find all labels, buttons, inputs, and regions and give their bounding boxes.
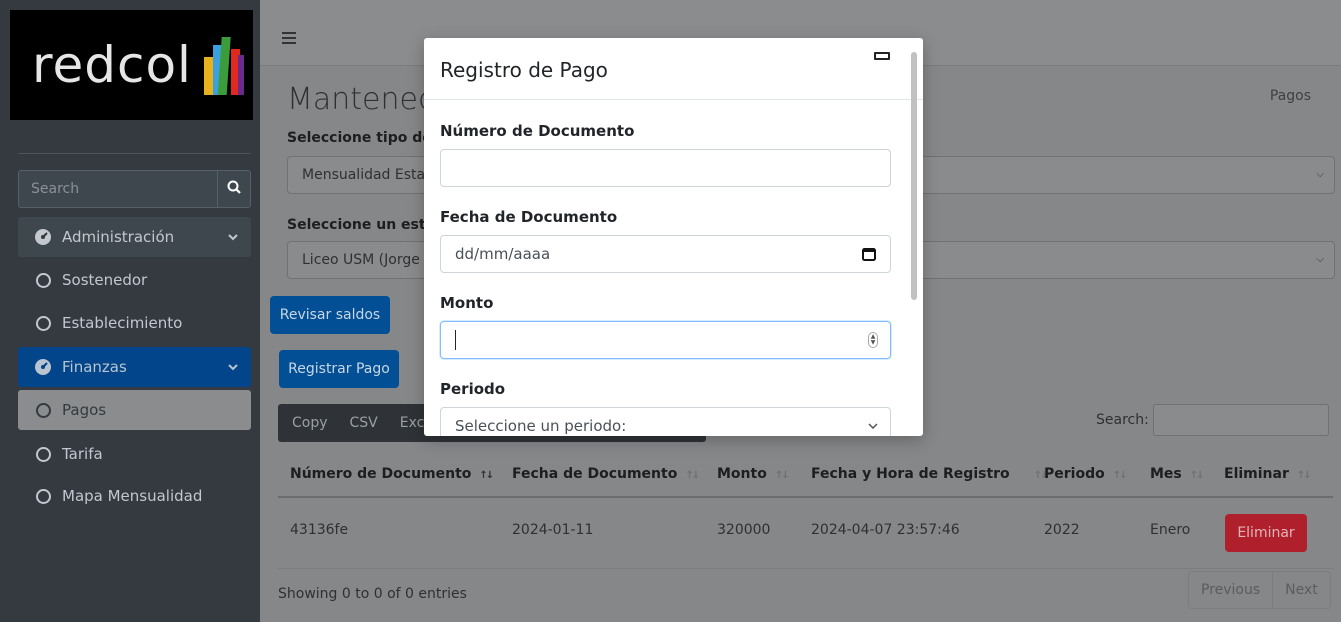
- sidebar-item-label: Establecimiento: [62, 314, 183, 332]
- search-icon: [227, 180, 241, 198]
- sidebar-item-label: Administración: [62, 228, 175, 246]
- table-header-divider: [278, 496, 1333, 498]
- sort-icon: ↑↓: [774, 470, 790, 481]
- chevron-down-icon: [868, 421, 878, 432]
- table-search-input[interactable]: [1153, 404, 1329, 436]
- modal-header: Registro de Pago: [424, 38, 923, 100]
- monto-label: Monto: [440, 294, 494, 312]
- periodo-select-value: Seleccione un periodo:: [455, 417, 627, 435]
- sidebar-item-tarifa[interactable]: Tarifa: [18, 434, 251, 474]
- eliminar-button[interactable]: Eliminar: [1225, 514, 1307, 552]
- brand[interactable]: redcol: [10, 10, 253, 120]
- sidebar: redcol Administración S: [0, 0, 260, 622]
- revisar-saldos-button[interactable]: Revisar saldos: [270, 296, 390, 334]
- column-header-registro[interactable]: Fecha y Hora de Registro ↑↓: [811, 466, 1048, 482]
- books-logo-icon: [202, 33, 246, 97]
- sort-icon: ↑↓: [685, 470, 700, 481]
- sort-icon: ↑↓: [1189, 470, 1205, 481]
- sidebar-divider: [18, 153, 251, 154]
- circle-icon: [34, 271, 52, 289]
- column-header-numero[interactable]: Número de Documento ↑↓: [290, 466, 494, 482]
- registro-pago-modal: Registro de Pago Número de Documento Fec…: [424, 38, 923, 436]
- numero-documento-input[interactable]: [440, 149, 891, 187]
- type-select-value: Mensualidad Estab: [302, 167, 434, 183]
- column-header-mes[interactable]: Mes ↑↓: [1150, 466, 1205, 482]
- fecha-documento-value: dd/mm/aaaa: [455, 245, 551, 263]
- table-search-label: Search:: [1096, 412, 1149, 428]
- circle-icon: [34, 445, 52, 463]
- circle-icon: [34, 401, 52, 419]
- chevron-down-icon: ⌵: [1316, 169, 1324, 180]
- cell-monto: 320000: [717, 522, 771, 538]
- circle-icon: [34, 314, 52, 332]
- cell-registro: 2024-04-07 23:57:46: [811, 522, 960, 538]
- calendar-icon[interactable]: [862, 247, 876, 265]
- fecha-documento-input[interactable]: dd/mm/aaaa: [440, 235, 891, 273]
- sort-icon: ↑↓: [1112, 470, 1128, 481]
- sidebar-item-finanzas[interactable]: Finanzas: [18, 347, 251, 387]
- next-page-button[interactable]: Next: [1272, 572, 1330, 608]
- cell-fecha: 2024-01-11: [512, 522, 594, 538]
- text-cursor: [455, 330, 456, 350]
- sidebar-item-establecimiento[interactable]: Establecimiento: [18, 303, 251, 343]
- periodo-label: Periodo: [440, 380, 506, 398]
- column-header-monto[interactable]: Monto ↑↓: [717, 466, 790, 482]
- column-header-eliminar[interactable]: Eliminar ↑↓: [1224, 466, 1312, 482]
- cell-numero: 43136fe: [290, 522, 349, 538]
- excel-button[interactable]: Exc: [400, 415, 425, 431]
- monto-input[interactable]: ▲ ▼: [440, 321, 891, 359]
- dashboard-icon: [34, 358, 52, 376]
- estab-select-label: Seleccione un estab: [287, 217, 446, 233]
- dashboard-icon: [34, 228, 52, 246]
- periodo-select[interactable]: Seleccione un periodo:: [440, 407, 891, 436]
- breadcrumb[interactable]: Pagos: [1270, 88, 1311, 104]
- sidebar-item-administracion[interactable]: Administración: [18, 217, 251, 257]
- table-row-divider: [278, 568, 1333, 569]
- numero-documento-label: Número de Documento: [440, 122, 635, 140]
- copy-button[interactable]: Copy: [292, 415, 328, 431]
- cell-periodo: 2022: [1044, 522, 1080, 538]
- column-header-periodo[interactable]: Periodo ↑↓: [1044, 466, 1128, 482]
- minimize-icon[interactable]: [874, 52, 890, 60]
- chevron-down-icon: [227, 359, 239, 377]
- sidebar-item-label: Sostenedor: [62, 271, 148, 289]
- chevron-down-icon: [227, 229, 239, 247]
- hamburger-menu-icon[interactable]: [282, 28, 296, 49]
- pagination: Previous Next: [1188, 571, 1331, 609]
- sort-icon: ↑↓: [1296, 470, 1312, 481]
- modal-scrollbar[interactable]: [911, 52, 917, 300]
- modal-title: Registro de Pago: [440, 58, 608, 82]
- registrar-pago-button[interactable]: Registrar Pago: [279, 350, 399, 388]
- column-header-fecha[interactable]: Fecha de Documento ↑↓: [512, 466, 700, 482]
- sidebar-item-label: Mapa Mensualidad: [62, 487, 203, 505]
- chevron-down-icon: ⌵: [1316, 254, 1324, 265]
- csv-button[interactable]: CSV: [350, 415, 378, 431]
- sidebar-item-label: Pagos: [62, 401, 107, 419]
- sidebar-item-label: Finanzas: [62, 358, 127, 376]
- sidebar-item-mapa-mensualidad[interactable]: Mapa Mensualidad: [18, 476, 251, 516]
- type-select-label: Seleccione tipo de p: [287, 130, 447, 146]
- sidebar-item-pagos[interactable]: Pagos: [18, 390, 251, 430]
- sidebar-search: [18, 170, 251, 208]
- cell-mes: Enero: [1150, 522, 1191, 538]
- brand-name: redcol: [32, 36, 192, 94]
- sidebar-item-label: Tarifa: [62, 445, 103, 463]
- circle-icon: [34, 487, 52, 505]
- table-info: Showing 0 to 0 of 0 entries: [278, 586, 467, 602]
- sort-asc-icon: ↑↓: [479, 470, 494, 481]
- sidebar-item-sostenedor[interactable]: Sostenedor: [18, 260, 251, 300]
- estab-select-value: Liceo USM (Jorge F: [302, 252, 433, 268]
- sidebar-search-input[interactable]: [18, 170, 217, 208]
- number-spinner-icon[interactable]: ▲ ▼: [868, 332, 878, 348]
- fecha-documento-label: Fecha de Documento: [440, 208, 618, 226]
- previous-page-button[interactable]: Previous: [1189, 572, 1272, 608]
- search-button[interactable]: [217, 170, 251, 208]
